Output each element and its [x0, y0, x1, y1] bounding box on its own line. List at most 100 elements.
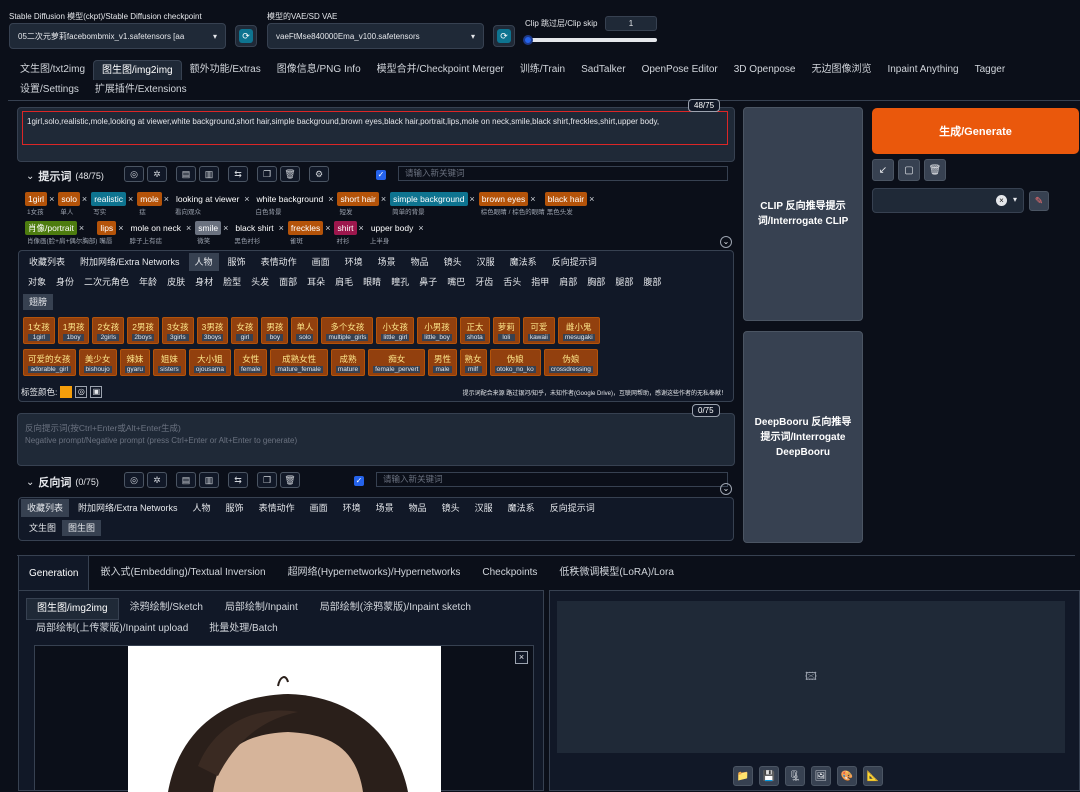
main-tab[interactable]: 额外功能/Extras: [182, 60, 269, 80]
collapse-icon[interactable]: ⌄: [26, 171, 34, 182]
tag-label[interactable]: mole: [137, 192, 162, 206]
translate-icon[interactable]: ⇆: [228, 166, 248, 182]
bottom-tab[interactable]: 超网络(Hypernetworks)/Hypernetworks: [277, 555, 472, 591]
copy-icon[interactable]: ▤: [176, 166, 196, 182]
interrogate-clip-button[interactable]: CLIP 反向推导提示词/Interrogate CLIP: [743, 107, 863, 321]
generate-button[interactable]: 生成/Generate: [872, 108, 1079, 154]
subcategory-tab[interactable]: 皮肤: [162, 274, 190, 290]
tag-label[interactable]: simple background: [390, 192, 468, 206]
remove-tag-icon[interactable]: ×: [381, 194, 386, 204]
neg-category-tab[interactable]: 镜头: [436, 499, 466, 517]
clip-skip-input[interactable]: 1: [605, 16, 657, 31]
img-mode-tab[interactable]: 局部绘制(上传蒙版)/Inpaint upload: [26, 619, 199, 639]
translate-icon[interactable]: ⇆: [228, 472, 248, 488]
subcategory-tab[interactable]: 身材: [190, 274, 218, 290]
neg-category-tab[interactable]: 环境: [337, 499, 367, 517]
paint-brush-icon[interactable]: ✎: [1029, 191, 1049, 211]
subcategory-tab[interactable]: 头发: [246, 274, 274, 290]
main-tab[interactable]: 3D Openpose: [726, 60, 804, 80]
remove-tag-icon[interactable]: ×: [470, 194, 475, 204]
subcategory-tab[interactable]: 鼻子: [414, 274, 442, 290]
settings-icon[interactable]: ✲: [147, 472, 167, 488]
subcategory-tab[interactable]: 腿部: [610, 274, 638, 290]
keyword-chip[interactable]: 辣妹 gyaru: [119, 349, 150, 376]
keyword-chip[interactable]: 成熟女性 mature_female: [270, 349, 328, 376]
tag-label[interactable]: solo: [58, 192, 80, 206]
prompt-keyword-search[interactable]: 请输入新关键词: [398, 166, 728, 181]
vae-select[interactable]: vaeFtMse840000Ema_v100.safetensors ▾: [267, 23, 484, 49]
main-tab[interactable]: 图生图/img2img: [93, 60, 182, 80]
remove-tag-icon[interactable]: ×: [128, 194, 133, 204]
main-tab[interactable]: 模型合并/Checkpoint Merger: [369, 60, 512, 80]
remove-tag-icon[interactable]: ×: [244, 194, 249, 204]
subcategory-tab[interactable]: 脸型: [218, 274, 246, 290]
img-mode-tab[interactable]: 局部绘制/Inpaint: [214, 598, 309, 620]
remove-tag-icon[interactable]: ×: [79, 223, 84, 233]
subcategory-tab[interactable]: 胸部: [582, 274, 610, 290]
tag-label[interactable]: lips: [97, 221, 117, 235]
neg-category-tab[interactable]: 收藏列表: [21, 499, 70, 517]
duplicate-icon[interactable]: ❐: [257, 472, 277, 488]
tag-label[interactable]: brown eyes: [478, 192, 529, 206]
remove-tag-icon[interactable]: ×: [164, 194, 169, 204]
category-tab[interactable]: 魔法系: [504, 253, 543, 271]
tag-label[interactable]: 1girl: [25, 192, 48, 206]
paste-icon[interactable]: ▥: [199, 166, 219, 182]
keyword-chip[interactable]: 痴女 female_pervert: [368, 349, 426, 376]
remove-tag-icon[interactable]: ×: [186, 223, 191, 233]
keyword-chip[interactable]: 熟女 milf: [459, 349, 487, 376]
bottom-tab[interactable]: 嵌入式(Embedding)/Textual Inversion: [89, 555, 276, 591]
refresh-vae-button[interactable]: ⟳: [493, 25, 515, 47]
main-tab[interactable]: 图像信息/PNG Info: [269, 60, 369, 80]
keyword-chip[interactable]: 1女孩 1girl: [23, 317, 55, 344]
tag-label[interactable]: short hair: [337, 192, 379, 206]
main-tab[interactable]: Tagger: [967, 60, 1014, 80]
img-mode-tab[interactable]: 涂鸦绘制/Sketch: [119, 598, 214, 620]
keyword-chip[interactable]: 伪娘 otoko_no_ko: [489, 349, 541, 376]
main-tab[interactable]: 扩展插件/Extensions: [87, 80, 195, 100]
main-tab[interactable]: SadTalker: [573, 60, 633, 80]
tag-label[interactable]: mole on neck: [127, 221, 184, 235]
subcategory-tab[interactable]: 舌头: [498, 274, 526, 290]
gear-icon[interactable]: ⚙: [309, 166, 329, 182]
color-swatch[interactable]: [60, 386, 73, 398]
keyword-chip[interactable]: 2男孩 2boys: [127, 317, 159, 344]
category-tab[interactable]: 附加网络/Extra Networks: [74, 253, 186, 271]
expand-icon[interactable]: ⌄: [720, 483, 732, 495]
keyword-chip[interactable]: 3男孩 3boys: [196, 317, 229, 344]
subcategory-tab[interactable]: 眼睛: [358, 274, 386, 290]
subcategory-tab[interactable]: 身份: [51, 274, 79, 290]
subcategory-tab[interactable]: 二次元角色: [79, 274, 134, 290]
main-tab[interactable]: 文生图/txt2img: [12, 60, 93, 80]
keyword-chip[interactable]: 3女孩 3girls: [161, 317, 194, 344]
remove-tag-icon[interactable]: ×: [118, 223, 123, 233]
tag-label[interactable]: realistic: [91, 192, 126, 206]
neg-category-tab[interactable]: 画面: [304, 499, 334, 517]
keyword-chip[interactable]: 小女孩 little_girl: [376, 317, 415, 344]
prompt-checkbox[interactable]: ✓: [376, 168, 386, 180]
keyword-chip[interactable]: 女孩 girl: [231, 317, 259, 344]
img-mode-tab[interactable]: 批量处理/Batch: [199, 619, 288, 639]
bottom-tab[interactable]: 低秩微调模型(LoRA)/Lora: [548, 555, 684, 591]
neg-category-tab[interactable]: 服饰: [220, 499, 250, 517]
tag-label[interactable]: 肖像/portrait: [25, 221, 77, 235]
subcategory-tab[interactable]: 年龄: [134, 274, 162, 290]
main-tab[interactable]: 无边图像浏览: [803, 60, 879, 80]
remove-tag-icon[interactable]: ×: [328, 194, 333, 204]
category-tab[interactable]: 场景: [372, 253, 402, 271]
category-tab[interactable]: 汉服: [471, 253, 501, 271]
send-to-inpaint-icon[interactable]: 🎨: [837, 766, 857, 786]
subcategory-tab[interactable]: 对象: [23, 274, 51, 290]
keyword-chip[interactable]: 成熟 mature: [330, 349, 366, 376]
main-tab[interactable]: 设置/Settings: [12, 80, 87, 100]
keyword-chip[interactable]: 小男孩 little_boy: [417, 317, 457, 344]
category-tab[interactable]: 人物: [188, 253, 219, 271]
neg-category-tab[interactable]: 汉服: [469, 499, 499, 517]
neg-subcategory-tab[interactable]: 图生图: [62, 520, 102, 536]
subcategory-tab[interactable]: 面部: [274, 274, 302, 290]
tag-label[interactable]: black shirt: [232, 221, 276, 235]
remove-tag-icon[interactable]: ×: [359, 223, 364, 233]
neg-category-tab[interactable]: 反向提示词: [544, 499, 601, 517]
interrogate-deepbooru-button[interactable]: DeepBooru 反向推导提示词/Interrogate DeepBooru: [743, 331, 863, 543]
keyword-chip[interactable]: 多个女孩 multiple_girls: [321, 317, 374, 344]
